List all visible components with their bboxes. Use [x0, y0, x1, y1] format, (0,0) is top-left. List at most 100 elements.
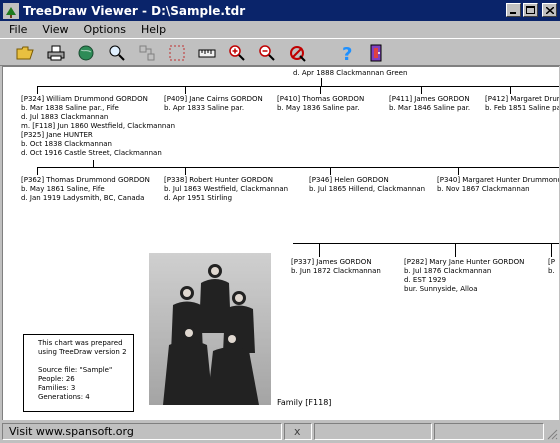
tree-canvas[interactable]: d. Apr 1888 Clackmannan Green [P324] Wil… [2, 66, 559, 420]
connector-line [319, 243, 320, 257]
person-name: [P411] James GORDON [389, 95, 470, 103]
help-icon: ? [342, 44, 352, 63]
svg-text:?: ? [342, 44, 352, 63]
spouse-name: [P325] Jane HUNTER [21, 131, 93, 139]
person-birth: b. Jul 1863 Westfield, Clackmannan [164, 185, 289, 193]
person-node[interactable]: [P410] Thomas GORDON b. May 1836 Saline … [277, 95, 364, 113]
help-button[interactable]: ? [336, 42, 358, 64]
app-tree-icon[interactable] [3, 2, 19, 19]
grid-icon [139, 45, 155, 61]
connector-line [321, 78, 322, 86]
connector-line [551, 243, 552, 257]
person-name: [P362] Thomas Drummond GORDON [21, 176, 150, 184]
ruler-button[interactable] [196, 42, 218, 64]
person-birth: b. Mar 1846 Saline par. [389, 104, 471, 112]
connector-line [37, 167, 38, 175]
person-node[interactable]: [P346] Helen GORDON b. Jul 1865 Hillend,… [309, 176, 425, 194]
zoom-in-icon [229, 45, 245, 61]
connector-line [455, 243, 456, 257]
zoom-in-button[interactable] [226, 42, 248, 64]
person-name: [P324] William Drummond GORDON [21, 95, 148, 103]
person-name: [P346] Helen GORDON [309, 176, 389, 184]
toolbar: ? [0, 38, 560, 66]
info-generations: Generations: 4 [38, 393, 90, 401]
status-pane [314, 423, 432, 440]
info-source: Source file: "Sample" [38, 366, 113, 374]
person-death: d. EST 1929 [404, 276, 447, 284]
person-birth: b. May 1861 Saline, Fife [21, 185, 105, 193]
exit-icon [370, 44, 382, 62]
person-name: [P412] Margaret Drum [485, 95, 559, 103]
person-name: [P [548, 258, 555, 266]
person-death: d. Apr 1951 Stirling [164, 194, 233, 202]
person-node[interactable]: [P409] Jane Cairns GORDON b. Apr 1833 Sa… [164, 95, 263, 113]
info-line1: This chart was prepared [38, 339, 123, 347]
chart-info-box: This chart was prepared using TreeDraw v… [23, 334, 134, 412]
connector-line [185, 86, 186, 94]
grid-button[interactable] [136, 42, 158, 64]
select-icon [169, 45, 185, 61]
find-button[interactable] [106, 42, 128, 64]
connector-line [185, 167, 186, 175]
spouse-birth: b. Oct 1838 Clackmannan [21, 140, 112, 148]
visit-link[interactable]: Visit www.spansoft.org [2, 423, 282, 440]
resize-grip-icon[interactable] [546, 428, 558, 440]
menu-view[interactable]: View [42, 23, 68, 36]
status-pane [434, 423, 544, 440]
zoom-out-button[interactable] [256, 42, 278, 64]
person-birth: b. Jul 1876 Clackmannan [404, 267, 492, 275]
maximize-icon [526, 6, 535, 14]
zoom-out-icon [259, 45, 275, 61]
person-birth: b. Jul 1865 Hillend, Clackmannan [309, 185, 426, 193]
top-death-note: d. Apr 1888 Clackmannan Green [293, 69, 408, 77]
close-button[interactable] [542, 3, 557, 17]
window-title: TreeDraw Viewer - D:\Sample.tdr [23, 3, 246, 18]
photo-caption: Family [F118] [277, 398, 332, 407]
person-node[interactable]: [P412] Margaret Drum b. Feb 1851 Saline … [485, 95, 559, 113]
person-burial: bur. Sunnyside, Alloa [404, 285, 478, 293]
marriage-info: m. [F118] Jun 1860 Westfield, Clackmanna… [21, 122, 176, 130]
menu-options[interactable]: Options [84, 23, 126, 36]
connector-line [37, 86, 38, 94]
person-death: d. Jul 1883 Clackmannan [21, 113, 109, 121]
open-icon [16, 46, 34, 60]
exit-button[interactable] [366, 42, 388, 64]
print-button[interactable] [45, 42, 67, 64]
person-node[interactable]: [P338] Robert Hunter GORDON b. Jul 1863 … [164, 176, 288, 203]
person-name: [P337] James GORDON [291, 258, 372, 266]
close-icon [545, 6, 554, 14]
open-button[interactable] [14, 42, 36, 64]
minimize-button[interactable] [506, 3, 521, 17]
person-node[interactable]: [P b. [548, 258, 555, 276]
person-name: [P409] Jane Cairns GORDON [164, 95, 263, 103]
person-node[interactable]: [P340] Margaret Hunter Drummond GO b. No… [437, 176, 559, 194]
person-node[interactable]: [P324] William Drummond GORDON b. Mar 18… [21, 95, 175, 158]
globe-button[interactable] [75, 42, 97, 64]
print-icon [47, 45, 65, 61]
menu-help[interactable]: Help [141, 23, 166, 36]
connector-line [320, 86, 321, 94]
person-node[interactable]: [P362] Thomas Drummond GORDON b. May 186… [21, 176, 150, 203]
connector-line [293, 243, 559, 244]
menu-file[interactable]: File [9, 23, 27, 36]
person-node[interactable]: [P282] Mary Jane Hunter GORDON b. Jul 18… [404, 258, 524, 294]
person-birth: b. May 1836 Saline par. [277, 104, 360, 112]
person-birth: b. [548, 267, 555, 275]
person-node[interactable]: [P337] James GORDON b. Jun 1872 Clackman… [291, 258, 381, 276]
status-bar: Visit www.spansoft.org x [0, 421, 560, 443]
connector-line [510, 86, 511, 94]
select-button[interactable] [166, 42, 188, 64]
person-birth: b. Jun 1872 Clackmannan [291, 267, 381, 275]
connector-line [330, 167, 331, 175]
maximize-button[interactable] [523, 3, 538, 17]
person-name: [P340] Margaret Hunter Drummond GO [437, 176, 559, 184]
person-birth: b. Apr 1833 Saline par. [164, 104, 245, 112]
person-birth: b. Nov 1867 Clackmannan [437, 185, 530, 193]
connector-line [421, 86, 422, 94]
no-zoom-button[interactable] [286, 42, 308, 64]
ruler-icon [198, 49, 216, 58]
connector-line [458, 167, 459, 175]
family-photo[interactable] [149, 253, 271, 405]
globe-icon [78, 45, 94, 61]
person-node[interactable]: [P411] James GORDON b. Mar 1846 Saline p… [389, 95, 470, 113]
